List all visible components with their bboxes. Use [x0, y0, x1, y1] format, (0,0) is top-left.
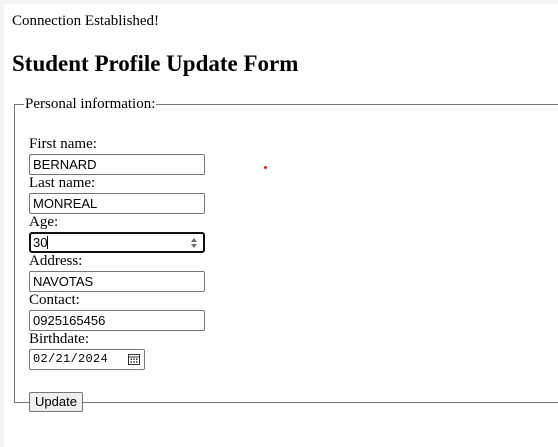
- page-title: Student Profile Update Form: [12, 51, 299, 76]
- last-name-value: MONREAL: [33, 196, 98, 211]
- age-input[interactable]: 30: [29, 232, 205, 253]
- fieldset-legend: Personal information:: [25, 96, 156, 112]
- update-button[interactable]: Update: [29, 392, 83, 412]
- age-label: Age:: [29, 214, 59, 230]
- first-name-value: BERNARD: [33, 157, 97, 172]
- connection-status: Connection Established!: [12, 13, 160, 29]
- marker-dot: [264, 166, 267, 169]
- birthdate-input[interactable]: 02/21/2024: [29, 349, 145, 370]
- address-value: NAVOTAS: [33, 274, 94, 289]
- text-cursor: [47, 236, 49, 249]
- personal-information-fieldset: Personal information: First name: BERNAR…: [14, 96, 558, 412]
- first-name-label: First name:: [29, 136, 97, 152]
- last-name-label: Last name:: [29, 175, 96, 191]
- contact-value: 0925165456: [33, 313, 106, 328]
- contact-label: Contact:: [29, 292, 80, 308]
- address-input[interactable]: NAVOTAS: [29, 271, 205, 292]
- birthdate-value: 02/21/2024: [33, 352, 109, 366]
- address-label: Address:: [29, 253, 83, 269]
- page: Connection Established! Student Profile …: [4, 4, 558, 447]
- calendar-icon[interactable]: [128, 353, 140, 365]
- age-value: 30: [33, 235, 48, 250]
- last-name-input[interactable]: MONREAL: [29, 193, 205, 214]
- contact-input[interactable]: 0925165456: [29, 310, 205, 331]
- birthdate-label: Birthdate:: [29, 331, 89, 347]
- spinner-arrows-icon[interactable]: [190, 237, 198, 249]
- first-name-input[interactable]: BERNARD: [29, 154, 205, 175]
